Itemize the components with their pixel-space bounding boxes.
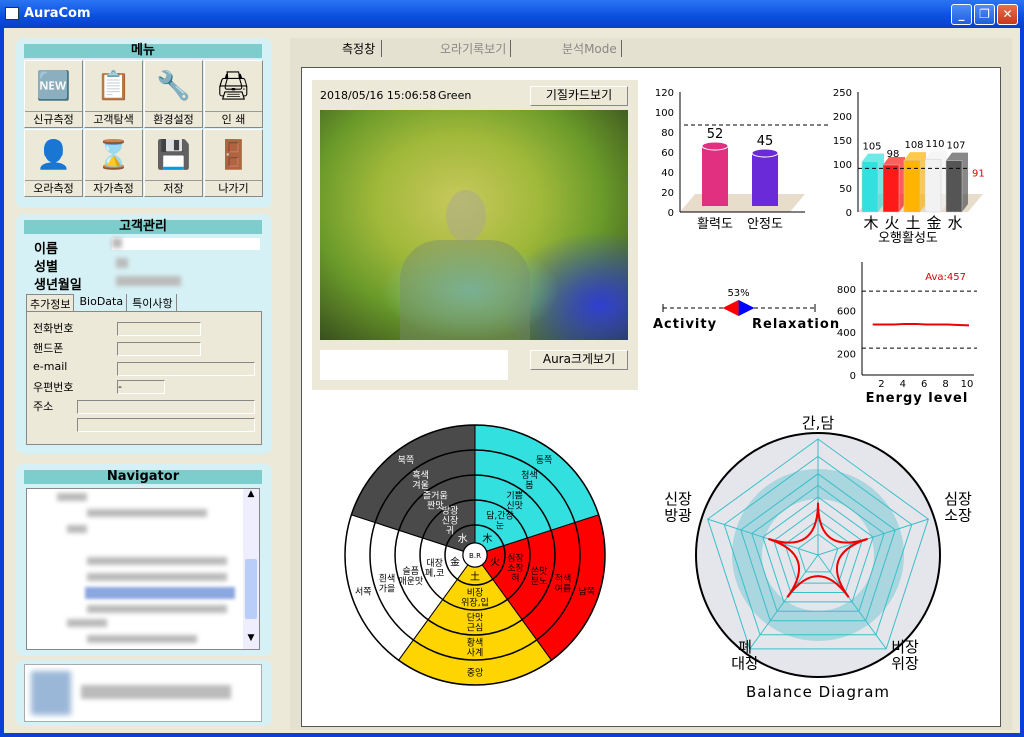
bar-value-label: 105 (862, 142, 881, 153)
y-tick-label: 200 (833, 112, 852, 123)
category-label: 火 (884, 214, 899, 232)
radar-axis-label: 신장 방광 (664, 490, 692, 525)
bar-top (701, 141, 729, 151)
bar-value-label: 52 (707, 127, 724, 142)
wheel-ring-label: 기쁨 신맛 (506, 490, 523, 511)
y-tick-label: 40 (661, 168, 674, 179)
wheel-ring-label: 동쪽 (536, 455, 553, 466)
y-tick-label: 50 (839, 184, 852, 195)
y-tick-label: 800 (837, 285, 856, 296)
category-label: 활력도 (697, 217, 733, 232)
x-tick-label: 2 (878, 379, 884, 390)
bar-value-label: 108 (904, 140, 923, 151)
relaxation-label: Relaxation (752, 317, 840, 332)
y-tick-label: 0 (850, 371, 856, 382)
x-tick-label: 8 (942, 379, 948, 390)
bar (752, 153, 778, 206)
y-tick-label: 20 (661, 188, 674, 199)
wheel-ring-label: 황색 사계 (467, 638, 484, 659)
average-annotation: Ava:457 (925, 272, 966, 283)
bar-value-label: 110 (925, 139, 944, 150)
energy-line (872, 322, 970, 327)
wheel-ring-label: 단맛 근심 (467, 613, 484, 634)
wheel-ring-label: 중앙 (467, 667, 484, 679)
category-label: 木 (863, 214, 878, 232)
wheel-ring-label: 남쪽 (578, 586, 595, 597)
y-tick-label: 100 (833, 160, 852, 171)
reference-label: 91 (972, 168, 985, 179)
radar-title: Balance Diagram (746, 683, 890, 701)
gauge-value-label: 53% (727, 288, 749, 299)
relaxation-marker (738, 300, 755, 316)
y-tick-label: 200 (837, 350, 856, 361)
y-tick-label: 0 (668, 208, 674, 219)
bar (924, 158, 942, 213)
wheel-ring-label: 적색 여름 (555, 573, 572, 595)
bar-value-label: 98 (887, 149, 900, 160)
bar-top (751, 148, 779, 158)
activity-label: Activity (653, 317, 717, 332)
element-label: 土 (470, 570, 480, 583)
radar-axis-label: 심장 소장 (944, 490, 972, 525)
category-label: 水 (947, 214, 962, 232)
radar-axis-label: 비장 위장 (891, 638, 919, 673)
y-tick-label: 150 (833, 136, 852, 147)
category-label: 안정도 (747, 217, 783, 232)
y-tick-label: 250 (833, 88, 852, 99)
chart-title: 오행활성도 (878, 230, 938, 246)
activity-marker (722, 300, 739, 316)
element-label: 金 (450, 555, 460, 568)
bar (861, 161, 879, 213)
y-tick-label: 600 (837, 307, 856, 318)
wheel-ring-label: 서쪽 (355, 586, 372, 597)
wheel-ring-label: 쓴맛 분노 (531, 566, 548, 587)
bar-value-label: 107 (946, 141, 965, 152)
wheel-ring-label: 북쪽 (398, 455, 415, 466)
wheel-ring-label: 대장 폐,코 (425, 558, 444, 579)
y-tick-label: 100 (655, 108, 674, 119)
x-tick-label: 6 (921, 379, 927, 390)
element-label: 火 (490, 556, 500, 568)
wheel-ring-label: 흑색 겨울 (412, 469, 429, 491)
radar-axis-label: 간,담 (802, 414, 835, 432)
bar (882, 164, 900, 213)
y-tick-label: 400 (837, 328, 856, 339)
bar (702, 146, 728, 206)
charts-layer: 02040608010012052활력도45안정도050100150200250… (344, 88, 985, 701)
element-label: 木 (482, 533, 492, 545)
y-tick-label: 0 (846, 208, 852, 219)
element-label: 水 (458, 533, 468, 545)
x-tick-label: 4 (900, 379, 906, 390)
x-axis-label: Energy level (866, 391, 969, 406)
y-tick-label: 60 (661, 148, 674, 159)
wheel-center-label: B.R (469, 552, 481, 560)
bar-floor (680, 194, 805, 212)
category-label: 金 (926, 214, 941, 232)
y-tick-label: 80 (661, 128, 674, 139)
bar-value-label: 45 (757, 134, 774, 149)
x-tick-label: 10 (961, 379, 974, 390)
y-tick-label: 120 (655, 88, 674, 99)
category-label: 土 (905, 214, 920, 232)
wheel-ring-label: 흰색 가을 (379, 574, 396, 595)
